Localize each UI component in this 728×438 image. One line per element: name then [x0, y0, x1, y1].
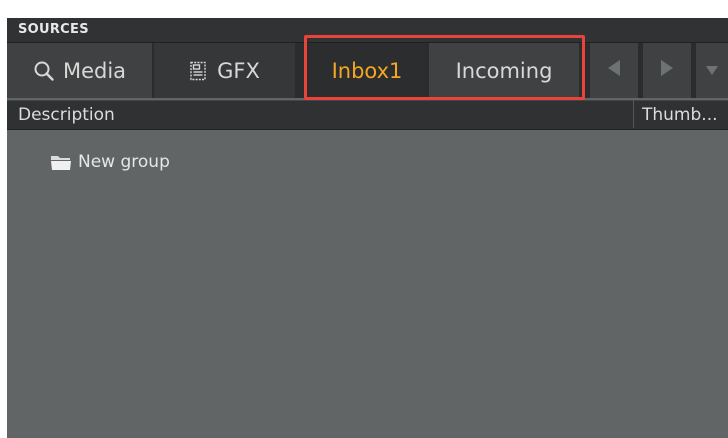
highlight-box [304, 35, 585, 100]
column-header-row [7, 100, 728, 130]
tab-media-label: Media [62, 58, 127, 83]
list-item[interactable]: New group [50, 151, 170, 173]
tab-gfx[interactable]: GFX [154, 43, 295, 98]
scroll-tabs-right-button[interactable] [643, 43, 691, 98]
panel-title: SOURCES [18, 22, 89, 37]
left-margin [0, 18, 7, 438]
search-icon [33, 60, 55, 82]
app-frame: SOURCES Media GFX Inbox1 Incoming Descri… [0, 0, 728, 438]
triangle-down-icon [705, 60, 719, 81]
scroll-tabs-left-button[interactable] [590, 43, 638, 98]
triangle-right-icon [659, 59, 675, 82]
tabs-menu-button[interactable] [696, 43, 728, 98]
folder-icon [50, 153, 72, 171]
tab-gfx-label: GFX [217, 58, 260, 83]
column-description[interactable]: Description [18, 105, 115, 125]
column-thumbnail[interactable]: Thumb... [642, 105, 728, 125]
list-item-label: New group [78, 152, 170, 172]
triangle-left-icon [606, 59, 622, 82]
tab-media[interactable]: Media [7, 43, 152, 98]
column-separator[interactable] [633, 100, 634, 128]
gfx-icon [189, 61, 209, 81]
